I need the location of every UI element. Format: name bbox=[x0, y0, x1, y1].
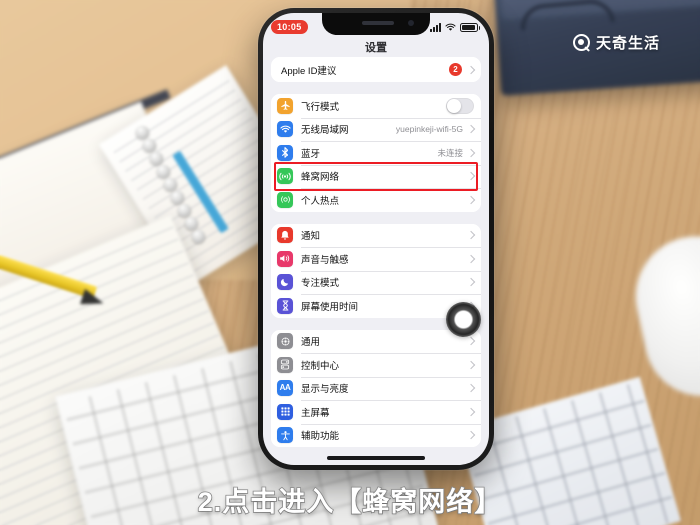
airplane-icon bbox=[277, 97, 293, 114]
display-brightness-icon: AA bbox=[277, 380, 293, 397]
status-icons bbox=[430, 22, 480, 32]
chevron-right-icon bbox=[466, 254, 476, 263]
chevron-right-icon bbox=[466, 384, 476, 393]
settings-row-label: 屏幕使用时间 bbox=[301, 301, 359, 313]
recording-time-pill: 10:05 bbox=[271, 20, 308, 34]
wifi-icon bbox=[277, 121, 293, 138]
settings-group: Apple ID建议 2 bbox=[271, 57, 481, 82]
chevron-right-icon bbox=[466, 195, 476, 204]
settings-row-value: 未连接 bbox=[437, 147, 463, 158]
settings-row-label: 专注模式 bbox=[301, 278, 340, 290]
settings-row-cellular[interactable]: 蜂窝网络 bbox=[271, 161, 481, 191]
settings-row-label: 主屏幕 bbox=[301, 407, 330, 419]
settings-row-label: 显示与亮度 bbox=[301, 384, 349, 396]
chevron-right-icon bbox=[466, 231, 476, 240]
home-indicator[interactable] bbox=[327, 456, 425, 460]
settings-row-general[interactable]: 通用 bbox=[271, 329, 481, 353]
watermark-label: 天奇生活 bbox=[596, 35, 661, 52]
chevron-right-icon bbox=[466, 278, 476, 287]
settings-row-control-center[interactable]: 控制中心 bbox=[271, 353, 481, 377]
settings-row-label: 辅助功能 bbox=[301, 431, 340, 443]
chevron-right-icon bbox=[466, 65, 476, 74]
settings-row-home-screen[interactable]: 主屏幕 bbox=[271, 400, 481, 424]
settings-row-notifications[interactable]: 通知 bbox=[271, 223, 481, 247]
settings-row-label: 飞行模式 bbox=[301, 101, 340, 113]
settings-group: 飞行模式 无线局域网 yuepinkeji-wifi-5G 蓝牙 未连接 蜂窝网… bbox=[271, 94, 481, 212]
airplane-mode-toggle[interactable] bbox=[446, 97, 474, 114]
status-badge: 2 bbox=[449, 63, 462, 76]
settings-row-label: 个人热点 bbox=[301, 195, 340, 207]
iphone-device: 10:05 设置 Apple ID建议 2 飞行模式 无线局域网 yuepink… bbox=[258, 8, 494, 470]
settings-row-label: 控制中心 bbox=[301, 360, 340, 372]
settings-group: 通知 声音与触感 专注模式 屏幕使用时间 bbox=[271, 223, 481, 318]
moon-icon bbox=[277, 274, 293, 291]
settings-row-sounds-haptics[interactable]: 声音与触感 bbox=[271, 247, 481, 271]
status-bar: 10:05 bbox=[263, 13, 489, 37]
chevron-right-icon bbox=[466, 125, 476, 134]
phone-screen: 10:05 设置 Apple ID建议 2 飞行模式 无线局域网 yuepink… bbox=[263, 13, 489, 465]
settings-row-display-brightness[interactable]: AA 显示与亮度 bbox=[271, 376, 481, 400]
settings-row-label: 声音与触感 bbox=[301, 254, 349, 266]
settings-row-label: 通用 bbox=[301, 337, 321, 349]
wifi-icon bbox=[445, 23, 456, 31]
chevron-right-icon bbox=[466, 148, 476, 157]
chevron-right-icon bbox=[466, 431, 476, 440]
watermark: 天奇生活 bbox=[573, 32, 660, 53]
hourglass-icon bbox=[277, 297, 293, 314]
page-title: 设置 bbox=[365, 42, 387, 54]
chevron-right-icon bbox=[466, 172, 476, 181]
settings-row-accessibility[interactable]: 辅助功能 bbox=[271, 423, 481, 447]
cellular-icon bbox=[277, 168, 293, 185]
accessibility-icon bbox=[277, 427, 293, 444]
chevron-right-icon bbox=[466, 360, 476, 369]
settings-row-bluetooth[interactable]: 蓝牙 未连接 bbox=[271, 141, 481, 165]
speaker-icon bbox=[277, 250, 293, 267]
home-screen-icon bbox=[277, 403, 293, 420]
bell-icon bbox=[277, 227, 293, 244]
settings-row-label: 通知 bbox=[301, 231, 321, 243]
settings-row-apple-id[interactable]: Apple ID建议 2 bbox=[271, 57, 481, 82]
battery-icon bbox=[460, 22, 480, 32]
settings-row-focus[interactable]: 专注模式 bbox=[271, 270, 481, 294]
settings-row-wifi[interactable]: 无线局域网 yuepinkeji-wifi-5G bbox=[271, 117, 481, 141]
control-center-icon bbox=[277, 356, 293, 373]
screenshot-stage: 天奇生活 10:05 设置 Apple ID建议 2 飞行模式 无线局域网 yu… bbox=[0, 0, 700, 525]
settings-row-value: yuepinkeji-wifi-5G bbox=[395, 124, 463, 135]
settings-row-label: 蜂窝网络 bbox=[301, 172, 340, 184]
bluetooth-icon bbox=[277, 144, 293, 161]
instruction-caption: 2.点击进入【蜂窝网络】 bbox=[197, 486, 503, 518]
touch-cursor-indicator bbox=[446, 302, 481, 337]
chevron-right-icon bbox=[466, 337, 476, 346]
settings-row-label: 蓝牙 bbox=[301, 148, 321, 160]
settings-row-label: 无线局域网 bbox=[301, 125, 349, 137]
settings-row-airplane-mode[interactable]: 飞行模式 bbox=[271, 94, 481, 118]
gear-icon bbox=[277, 333, 293, 350]
cellular-signal-icon bbox=[430, 22, 441, 32]
settings-group: 通用 控制中心 AA 显示与亮度 主屏幕 辅助功能 bbox=[271, 329, 481, 447]
search-circle-icon bbox=[573, 34, 590, 51]
hotspot-icon bbox=[277, 191, 293, 208]
settings-list[interactable]: Apple ID建议 2 飞行模式 无线局域网 yuepinkeji-wifi-… bbox=[263, 57, 489, 465]
chevron-right-icon bbox=[466, 407, 476, 416]
settings-row-personal-hotspot[interactable]: 个人热点 bbox=[271, 188, 481, 212]
settings-row-label: Apple ID建议 bbox=[281, 65, 337, 77]
